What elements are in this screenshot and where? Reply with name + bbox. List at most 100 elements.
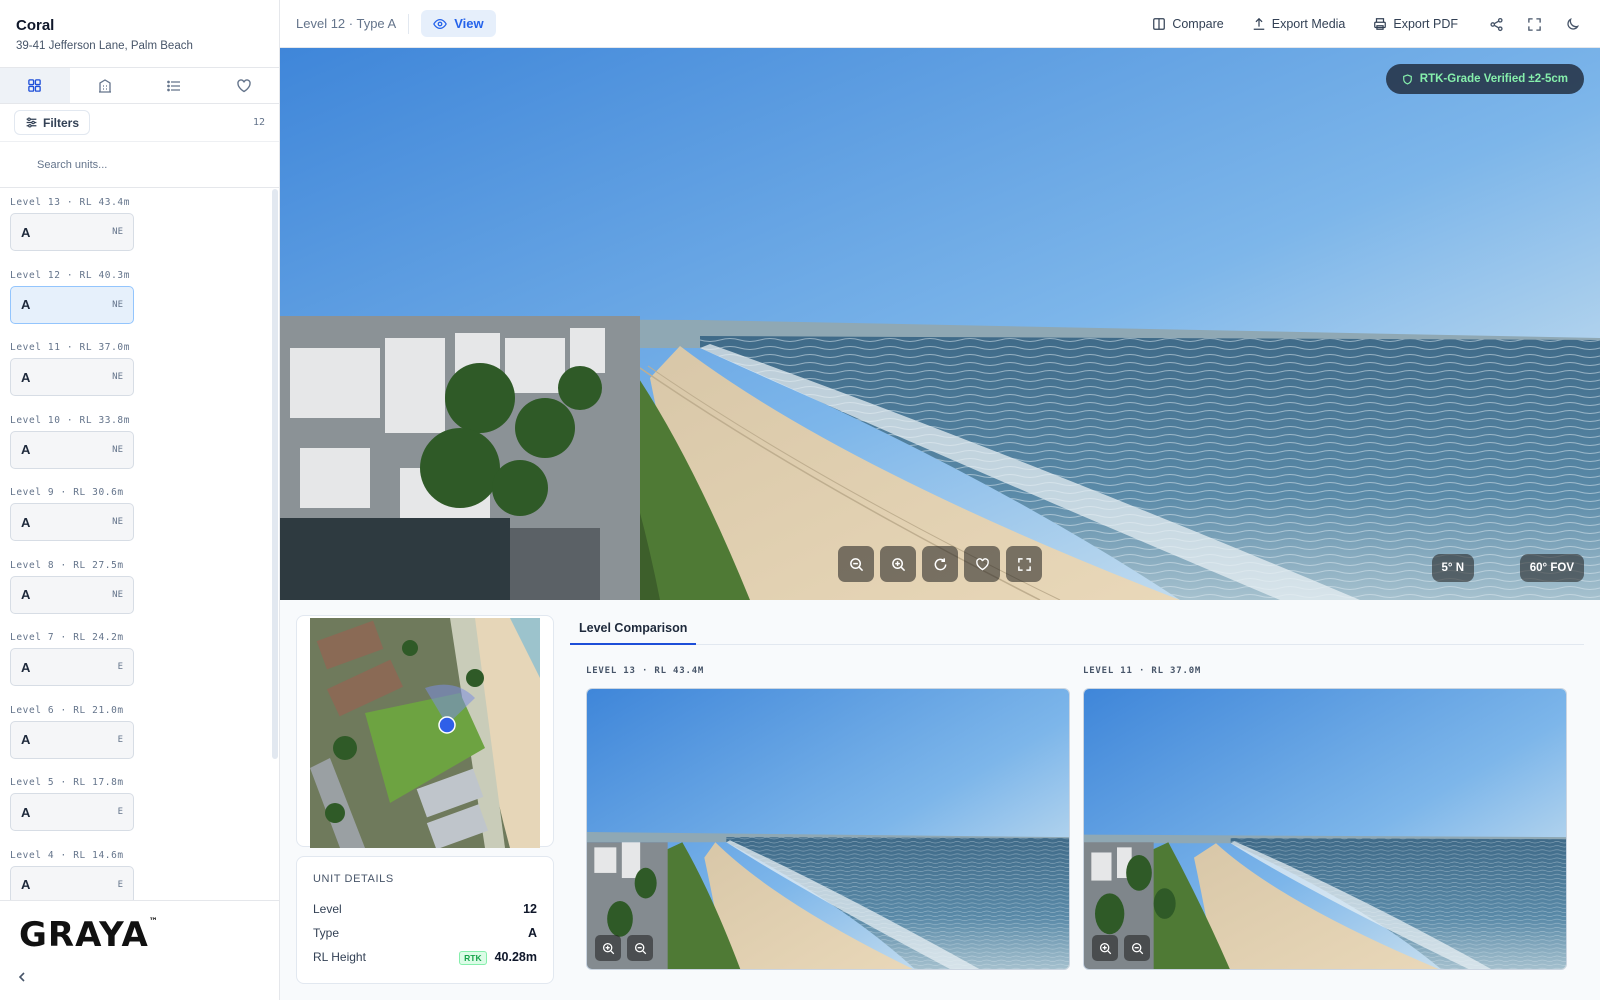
view-thumbnail xyxy=(587,689,1069,969)
hero-fullscreen-button[interactable] xyxy=(1006,546,1042,582)
zoom-out-button[interactable] xyxy=(838,546,874,582)
fullscreen-button[interactable] xyxy=(1524,17,1544,32)
unit-type: A xyxy=(21,369,31,385)
search-input[interactable] xyxy=(37,158,257,171)
comparison-right-image[interactable] xyxy=(1083,688,1567,970)
logo-area: GRAYA™ xyxy=(0,900,279,1000)
unit-card[interactable]: A NE xyxy=(10,503,134,541)
heading-badge: 5° N xyxy=(1431,554,1474,582)
unit-card[interactable]: A NE xyxy=(10,358,134,396)
heart-icon xyxy=(975,557,989,570)
moon-icon xyxy=(1566,17,1579,30)
tab-grid-view[interactable] xyxy=(0,68,70,103)
fov-badge: 60° FOV xyxy=(1519,554,1584,582)
level-group: Level 5 · RL 17.8m A E xyxy=(0,769,272,842)
level-label: Level 10 · RL 33.8m xyxy=(10,414,131,426)
level-group: Level 11 · RL 37.0m A NE xyxy=(0,334,272,407)
expand-icon xyxy=(1527,17,1541,31)
unit-orientation: NE xyxy=(112,444,123,455)
unit-card[interactable]: A NE xyxy=(10,285,134,324)
unit-card[interactable]: A NE xyxy=(10,575,134,614)
project-header: Coral 39-41 Jefferson Lane, Palm Beach xyxy=(0,0,279,68)
rtk-badge: RTK xyxy=(459,951,487,965)
share-icon xyxy=(1489,17,1503,31)
view-button[interactable]: View xyxy=(421,10,496,37)
tab-building-view[interactable] xyxy=(70,68,140,103)
compare-button[interactable]: Compare xyxy=(1152,17,1224,31)
project-name: Coral xyxy=(16,17,55,34)
favorite-button[interactable] xyxy=(964,546,1000,582)
comparison-left-zoom-in[interactable] xyxy=(595,935,621,961)
dark-mode-toggle[interactable] xyxy=(1562,17,1582,32)
level-group: Level 7 · RL 24.2m A E xyxy=(0,624,272,697)
unit-card[interactable]: A NE xyxy=(10,213,134,251)
expand-icon xyxy=(1017,557,1031,571)
export-media-button[interactable]: Export Media xyxy=(1252,17,1345,31)
hero-view[interactable]: RTK-Grade Verified ±2-5cm 5° N 60° FOV xyxy=(280,48,1600,600)
zoom-in-icon xyxy=(602,942,614,954)
comparison-right-label: LEVEL 11 · RL 37.0M xyxy=(1083,666,1202,676)
sliders-icon xyxy=(26,117,37,128)
tab-list-view[interactable] xyxy=(140,68,210,103)
comparison-left-image[interactable] xyxy=(586,688,1070,970)
unit-type: A xyxy=(21,804,31,820)
unit-card[interactable]: AE xyxy=(10,720,134,759)
level-label: Level 8 · RL 27.5m xyxy=(10,559,124,571)
level-list: Level 13 · RL 43.4m A NE Level 12 · RL 40.3… xyxy=(0,189,272,901)
comparison-tabs: Level Comparison xyxy=(570,615,1584,645)
list-icon xyxy=(167,80,181,91)
detail-row-level: Level 12 xyxy=(313,897,537,921)
upload-icon xyxy=(1253,17,1264,30)
export-pdf-button[interactable]: Export PDF xyxy=(1373,17,1458,31)
zoom-in-icon xyxy=(891,557,905,571)
unit-orientation: E xyxy=(117,807,123,817)
unit-count: 12 xyxy=(252,117,265,128)
zoom-out-icon xyxy=(1131,942,1143,954)
compare-label: Compare xyxy=(1172,17,1224,31)
zoom-in-button[interactable] xyxy=(880,546,916,582)
level-group: Level 12 · RL 40.3m A NE xyxy=(0,262,272,335)
sidebar: Coral 39-41 Jefferson Lane, Palm Beach F… xyxy=(0,0,280,1000)
comparison-left: LEVEL 13 · RL 43.4M xyxy=(586,666,1070,970)
shield-icon xyxy=(1402,73,1412,85)
unit-orientation: E xyxy=(117,734,123,745)
comparison-right-zoom-in[interactable] xyxy=(1092,935,1118,961)
collapse-sidebar-button[interactable] xyxy=(16,970,28,988)
tab-favorites[interactable] xyxy=(209,68,279,103)
unit-card[interactable]: AE xyxy=(10,648,134,686)
reset-view-button[interactable] xyxy=(922,546,958,582)
level-group: Level 8 · RL 27.5m A NE xyxy=(0,552,272,625)
tab-level-comparison[interactable]: Level Comparison xyxy=(570,615,696,645)
site-map[interactable] xyxy=(310,618,540,848)
level-label: Level 4 · RL 14.6m xyxy=(10,849,124,861)
share-button[interactable] xyxy=(1486,17,1506,32)
unit-orientation: E xyxy=(117,879,123,890)
type-value: A xyxy=(527,926,537,940)
level-list-scrollbar[interactable] xyxy=(272,189,278,759)
breadcrumb: Level 12 · Type A xyxy=(296,16,397,31)
unit-card[interactable]: A NE xyxy=(10,430,134,469)
comparison-left-zoom-out[interactable] xyxy=(627,935,653,961)
graya-logo: GRAYA™ xyxy=(19,915,159,955)
unit-card[interactable]: AE xyxy=(10,865,134,901)
unit-orientation: NE xyxy=(112,299,123,310)
location-marker xyxy=(438,716,456,734)
unit-orientation: E xyxy=(117,662,123,672)
filters-button[interactable]: Filters xyxy=(14,110,91,135)
unit-details-title: UNIT DETAILS xyxy=(313,873,394,885)
unit-type: A xyxy=(21,877,31,892)
top-bar: Level 12 · Type A View Compare Export Me… xyxy=(280,0,1600,48)
unit-details-card: UNIT DETAILS Level 12 Type A RL Height R… xyxy=(296,856,554,984)
ocean-view-image xyxy=(280,48,1600,600)
search-bar xyxy=(0,142,279,188)
detail-row-type: Type A xyxy=(313,921,537,945)
unit-orientation: NE xyxy=(112,227,123,237)
level-label: Level 9 · RL 30.6m xyxy=(10,487,124,498)
comparison-right-controls xyxy=(1092,935,1150,961)
view-thumbnail xyxy=(1084,689,1566,969)
level-group: Level 13 · RL 43.4m A NE xyxy=(0,189,272,262)
type-label: Type xyxy=(313,926,340,940)
comparison-right-zoom-out[interactable] xyxy=(1124,935,1150,961)
unit-card[interactable]: AE xyxy=(10,793,134,831)
level-label: Level 13 · RL 43.4m xyxy=(10,197,131,208)
